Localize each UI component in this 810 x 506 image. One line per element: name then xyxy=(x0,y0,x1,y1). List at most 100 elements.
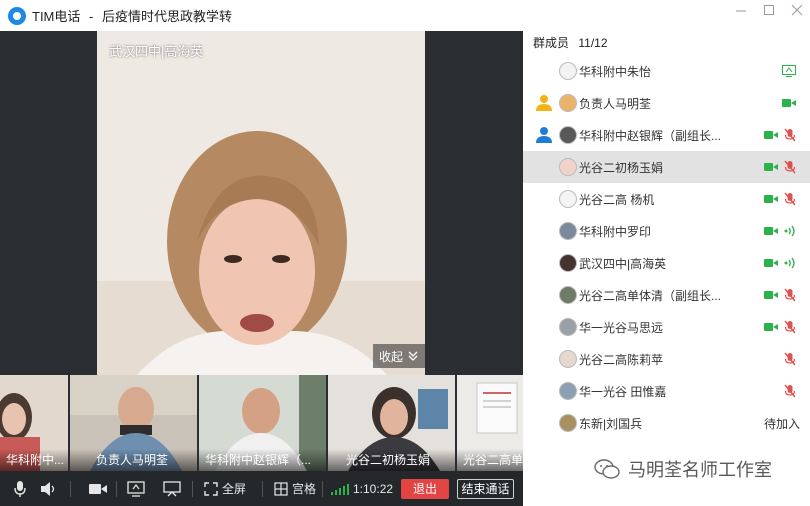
member-status-icons xyxy=(764,225,796,237)
fullscreen-button[interactable]: 全屏 xyxy=(204,471,246,506)
member-status-icons xyxy=(764,257,796,269)
member-status-icons xyxy=(782,98,796,108)
video-camera-icon xyxy=(764,227,778,235)
speaker-video-frame xyxy=(97,31,425,375)
member-avatar xyxy=(559,126,577,144)
app-name: TIM电话 xyxy=(32,9,81,24)
member-row[interactable]: 华科附中罗印 xyxy=(523,215,810,247)
member-row[interactable]: 华科附中朱怡 xyxy=(523,55,810,87)
member-name: 华科附中赵银辉（副组长... xyxy=(579,128,722,143)
mic-muted-icon xyxy=(784,384,796,398)
maximize-icon[interactable] xyxy=(762,4,776,18)
grid-view-label: 宫格 xyxy=(292,482,317,496)
watermark: 马明荃名师工作室 xyxy=(594,456,772,482)
minimize-icon[interactable] xyxy=(734,4,748,18)
participant-thumbnail[interactable]: 光谷二高单 xyxy=(457,375,523,471)
call-toolbar: 全屏 宫格 1:10:22 退出 结束通话 xyxy=(0,471,523,506)
call-timer: 1:10:22 xyxy=(331,471,393,506)
toolbar-divider xyxy=(116,481,117,497)
member-row[interactable]: 光谷二初杨玉娟 xyxy=(523,151,810,183)
speaker-volume-button[interactable] xyxy=(40,471,58,506)
mic-muted-icon xyxy=(784,320,796,334)
fullscreen-icon xyxy=(204,481,218,496)
close-icon[interactable] xyxy=(790,4,804,18)
microphone-button[interactable] xyxy=(13,471,27,506)
speaking-icon xyxy=(784,225,795,237)
member-status-icons xyxy=(764,192,796,206)
member-row[interactable]: 华一光谷 田惟嘉 xyxy=(523,375,810,407)
participant-thumbnail[interactable]: 光谷二初杨玉娟 xyxy=(328,375,455,471)
thumbnail-label: 光谷二初杨玉娟 xyxy=(328,449,455,471)
member-name: 华科附中罗印 xyxy=(579,224,652,239)
member-row[interactable]: 武汉四中|高海英 xyxy=(523,247,810,279)
whiteboard-button[interactable] xyxy=(163,471,181,506)
video-camera-icon xyxy=(764,291,778,299)
member-name: 光谷二高 杨机 xyxy=(579,192,655,207)
main-speaker-video[interactable]: 武汉四中|高海英 收起 xyxy=(97,31,425,375)
window-controls xyxy=(734,4,804,18)
end-call-button[interactable]: 结束通话 xyxy=(457,479,514,499)
member-avatar xyxy=(559,62,577,80)
toolbar-divider xyxy=(192,481,193,497)
member-row[interactable]: 负责人马明荃 xyxy=(523,87,810,119)
member-avatar xyxy=(559,158,577,176)
grid-view-button[interactable]: 宫格 xyxy=(274,471,316,506)
member-avatar xyxy=(559,254,577,272)
member-avatar xyxy=(559,382,577,400)
member-row[interactable]: 光谷二高单体清（副组长... xyxy=(523,279,810,311)
member-status-icons xyxy=(782,65,796,77)
mic-muted-icon xyxy=(784,192,796,206)
participant-thumbnail[interactable]: 华科附中... xyxy=(0,375,68,471)
member-row[interactable]: 华一光谷马思远 xyxy=(523,311,810,343)
member-row[interactable]: 东新|刘国兵 待加入 xyxy=(523,407,810,439)
exit-button[interactable]: 退出 xyxy=(401,479,449,499)
title-separator: - xyxy=(89,9,94,24)
mic-muted-icon xyxy=(784,160,796,174)
fullscreen-label: 全屏 xyxy=(222,482,247,496)
member-row[interactable]: 华科附中赵银辉（副组长... xyxy=(523,119,810,151)
member-panel: 群成员 11/12 华科附中朱怡 负责人马明荃华科附中赵银辉（副组长... 光谷二初… xyxy=(523,31,810,506)
video-camera-icon xyxy=(764,259,778,267)
member-status-icons xyxy=(764,288,796,302)
member-avatar xyxy=(559,94,577,112)
microphone-icon xyxy=(14,480,26,497)
window-title: TIM电话 - 后疫情时代思政教学转 xyxy=(32,6,232,25)
participant-thumbnail[interactable]: 负责人马明荃 xyxy=(70,375,197,471)
collapse-label: 收起 xyxy=(378,349,403,364)
video-camera-icon xyxy=(764,163,778,171)
video-camera-icon xyxy=(89,483,107,494)
member-row[interactable]: 光谷二高 杨机 xyxy=(523,183,810,215)
participant-thumbnail[interactable]: 华科附中赵银辉（... xyxy=(199,375,326,471)
thumbnail-label: 负责人马明荃 xyxy=(70,449,197,471)
member-avatar xyxy=(559,414,577,432)
collapse-thumbnails-button[interactable]: 收起 xyxy=(372,344,425,368)
member-panel-header: 群成员 11/12 xyxy=(523,31,810,55)
thumbnail-label: 光谷二高单 xyxy=(457,449,523,471)
participant-thumbnails: 华科附中... 负责人马明荃 华科附中赵银辉（... 光谷二初杨玉娟 光谷二高单 xyxy=(0,375,523,471)
screen-share-button[interactable] xyxy=(127,471,145,506)
meeting-title: 后疫情时代思政教学转 xyxy=(101,9,232,24)
toolbar-divider xyxy=(262,481,263,497)
camera-button[interactable] xyxy=(88,471,108,506)
member-name: 华科附中朱怡 xyxy=(579,64,652,79)
member-name: 负责人马明荃 xyxy=(579,96,652,111)
member-row[interactable]: 光谷二高陈莉苹 xyxy=(523,343,810,375)
title-bar: TIM电话 - 后疫情时代思政教学转 xyxy=(0,0,810,31)
member-header-label: 群成员 xyxy=(533,36,570,50)
member-status-text: 待加入 xyxy=(763,416,800,431)
member-status-icons xyxy=(784,384,796,398)
mic-muted-icon xyxy=(784,128,796,142)
speaker-name-label: 武汉四中|高海英 xyxy=(109,44,204,59)
wechat-icon xyxy=(594,459,620,479)
video-backdrop xyxy=(0,31,97,375)
member-name: 东新|刘国兵 xyxy=(579,416,643,431)
mic-muted-icon xyxy=(784,352,796,366)
speaking-icon xyxy=(784,257,795,269)
member-name: 光谷二高单体清（副组长... xyxy=(579,288,722,303)
member-status-icons xyxy=(764,128,796,142)
video-camera-icon xyxy=(764,195,778,203)
signal-strength-icon xyxy=(331,483,349,495)
member-avatar xyxy=(559,350,577,368)
grid-icon xyxy=(274,481,288,496)
member-name: 华一光谷马思远 xyxy=(579,320,664,335)
